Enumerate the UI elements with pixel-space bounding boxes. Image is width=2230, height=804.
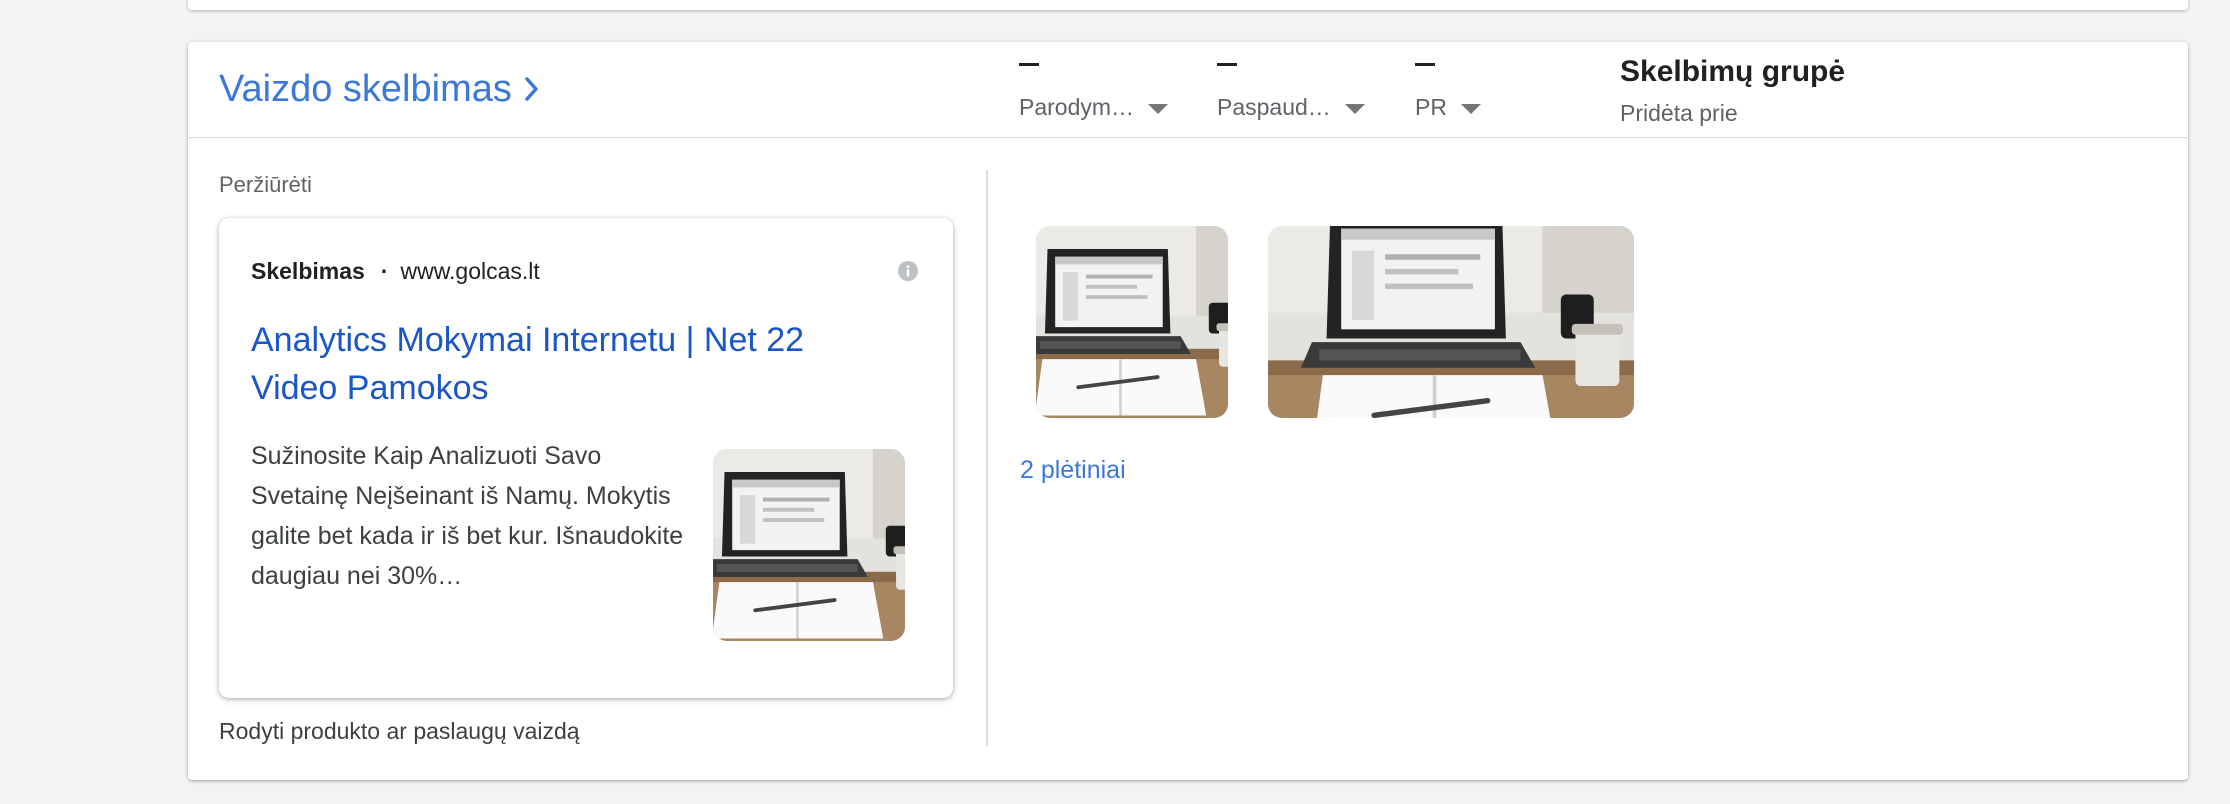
ctr-dropdown[interactable]: PR [1415, 94, 1481, 121]
impressions-dropdown[interactable]: Parodym… [1019, 94, 1169, 121]
ad-headline[interactable]: Analytics Mokymai Internetu | Net 22 Vid… [251, 316, 891, 412]
card-header: Vaizdo skelbimas Parodym… Paspaud… PR Sk… [188, 42, 2188, 138]
ad-preview: Skelbimas · www.golcas.lt Analytics Moky… [219, 218, 953, 698]
landscape-image-asset[interactable] [1268, 226, 1634, 418]
preview-label: Peržiūrėti [219, 172, 312, 197]
image-ad-card: Vaizdo skelbimas Parodym… Paspaud… PR Sk… [188, 42, 2188, 780]
sponsored-label: Skelbimas [251, 258, 365, 284]
metric-value [1415, 63, 1435, 66]
ad-thumbnail-image [713, 449, 905, 641]
ad-group-subtitle: Pridėta prie [1620, 100, 1738, 126]
display-url: www.golcas.lt [400, 258, 540, 284]
ad-group-info: Skelbimų grupė Pridėta prie [1620, 54, 1845, 127]
info-icon[interactable] [897, 260, 919, 282]
dropdown-arrow-icon [1460, 103, 1481, 114]
metric-clicks: Paspaud… [1217, 50, 1365, 121]
metric-label: PR [1415, 94, 1447, 120]
metric-value [1019, 63, 1039, 66]
separator-dot: · [380, 258, 389, 284]
ad-group-title: Skelbimų grupė [1620, 55, 1846, 88]
show-product-text: Rodyti produkto ar paslaugų vaizdą [219, 718, 580, 744]
dropdown-arrow-icon [1344, 103, 1365, 114]
clicks-dropdown[interactable]: Paspaud… [1217, 94, 1365, 121]
metric-label: Parodym… [1019, 94, 1135, 120]
ad-meta: Skelbimas · www.golcas.lt [251, 258, 540, 285]
square-image-asset[interactable] [1036, 226, 1228, 418]
chevron-right-icon [525, 77, 538, 101]
extensions-link[interactable]: 2 plėtiniai [1020, 456, 1126, 485]
ad-type-title-link[interactable]: Vaizdo skelbimas [219, 66, 542, 112]
ad-type-title: Vaizdo skelbimas [219, 68, 512, 110]
ad-description: Sužinosite Kaip Analizuoti Savo Svetainę… [251, 442, 684, 590]
previous-card [188, 0, 2188, 10]
dropdown-arrow-icon [1148, 103, 1169, 114]
metric-value [1217, 63, 1237, 66]
metric-label: Paspaud… [1217, 94, 1331, 120]
metric-ctr: PR [1415, 50, 1481, 121]
vertical-divider [986, 170, 988, 746]
metric-impressions: Parodym… [1019, 50, 1169, 121]
